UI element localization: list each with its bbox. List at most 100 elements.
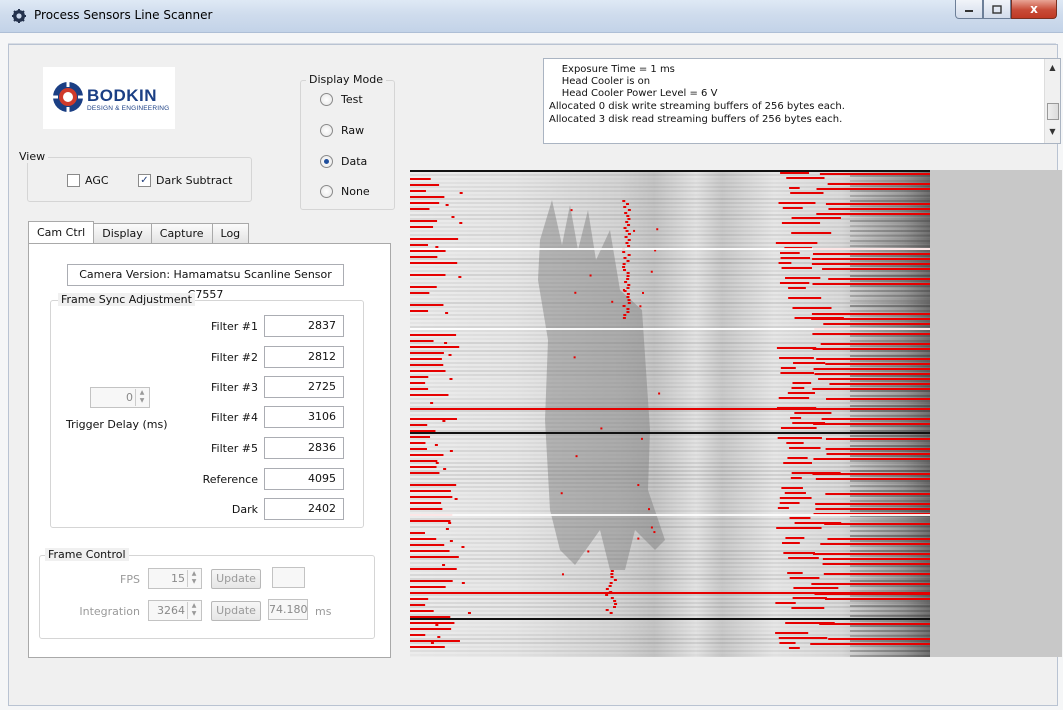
- close-button[interactable]: x: [1011, 0, 1057, 19]
- overlay-mark: [783, 462, 812, 464]
- trigger-delay-spinner[interactable]: 0 ▲ ▼: [90, 387, 150, 408]
- overlay-mark: [435, 624, 439, 626]
- tab-capture[interactable]: Capture: [150, 223, 213, 243]
- scan-line-dark: [850, 320, 930, 322]
- log-scrollbar[interactable]: ▲ ▼: [1044, 59, 1060, 143]
- agc-checkbox[interactable]: [67, 174, 80, 187]
- radio-raw[interactable]: Raw: [320, 124, 364, 137]
- radio-test[interactable]: Test: [320, 93, 363, 106]
- scan-line: [410, 238, 930, 240]
- scan-line-dark: [850, 445, 930, 447]
- maximize-button[interactable]: [983, 0, 1011, 19]
- overlay-mark: [623, 314, 627, 316]
- minimize-button[interactable]: [955, 0, 983, 19]
- scan-line-dark: [850, 415, 930, 417]
- filter-3-input[interactable]: 2725: [264, 376, 344, 398]
- scan-line-dark: [850, 585, 930, 587]
- spinner-arrows-icon[interactable]: ▲ ▼: [135, 389, 148, 406]
- scan-image-canvas[interactable]: [410, 170, 1062, 657]
- overlay-mark: [819, 173, 930, 175]
- line-scan-image[interactable]: [410, 170, 1062, 657]
- overlay-mark: [410, 646, 445, 648]
- filter-5-input[interactable]: 2836: [264, 437, 344, 459]
- scan-line-dark: [850, 655, 930, 657]
- spinner-arrows-icon[interactable]: ▲ ▼: [187, 602, 200, 619]
- overlay-mark: [786, 177, 825, 179]
- dark-subtract-checkbox-row[interactable]: ✓ Dark Subtract: [138, 174, 232, 187]
- overlay-mark: [560, 492, 563, 495]
- overlay-mark: [410, 448, 427, 450]
- scan-line-dark: [850, 220, 930, 222]
- overlay-mark: [445, 204, 449, 206]
- radio-test-button[interactable]: [320, 93, 333, 106]
- overlay-mark: [639, 305, 642, 308]
- overlay-mark: [816, 188, 930, 190]
- scroll-thumb[interactable]: [1047, 103, 1059, 120]
- view-title: View: [16, 150, 49, 163]
- radio-none-button[interactable]: [320, 185, 333, 198]
- scan-line: [410, 218, 930, 220]
- scan-divider-line: [410, 408, 930, 410]
- agc-checkbox-row[interactable]: AGC: [67, 174, 109, 187]
- overlay-mark: [823, 573, 930, 575]
- overlay-mark: [822, 563, 930, 565]
- scan-line-dark: [850, 535, 930, 537]
- fps-update-button[interactable]: Update: [211, 569, 261, 589]
- fps-spinner[interactable]: 15 ▲ ▼: [148, 568, 202, 589]
- tab-cam-ctrl[interactable]: Cam Ctrl: [28, 221, 95, 243]
- overlay-mark: [828, 638, 930, 640]
- scan-line-dark: [850, 465, 930, 467]
- radio-test-label: Test: [341, 93, 363, 106]
- integration-spinner[interactable]: 3264 ▲ ▼: [148, 600, 202, 621]
- overlay-mark: [410, 508, 443, 510]
- overlay-mark: [792, 382, 812, 384]
- dark-input[interactable]: 2402: [264, 498, 344, 520]
- status-log[interactable]: Exposure Time = 1 ms Head Cooler is on H…: [543, 58, 1061, 144]
- scroll-down-arrow-icon[interactable]: ▼: [1045, 125, 1060, 139]
- overlay-mark: [781, 267, 812, 269]
- overlay-mark: [781, 487, 803, 489]
- filter-1-input[interactable]: 2837: [264, 315, 344, 337]
- tab-log[interactable]: Log: [211, 223, 250, 243]
- overlay-mark: [785, 537, 805, 539]
- overlay-mark: [626, 215, 630, 217]
- overlay-mark: [812, 253, 930, 255]
- overlay-mark: [442, 420, 446, 422]
- bodkin-logo: BODKIN DESIGN & ENGINEERING: [43, 67, 175, 129]
- scroll-up-arrow-icon[interactable]: ▲: [1045, 61, 1060, 75]
- scan-line-dark: [850, 255, 930, 257]
- radio-data[interactable]: Data: [320, 155, 367, 168]
- filter-2-input[interactable]: 2812: [264, 346, 344, 368]
- overlay-mark: [827, 538, 930, 540]
- radio-raw-button[interactable]: [320, 124, 333, 137]
- tab-display[interactable]: Display: [93, 223, 152, 243]
- radio-data-button[interactable]: [320, 155, 333, 168]
- overlay-mark: [574, 291, 577, 294]
- radio-none[interactable]: None: [320, 185, 370, 198]
- overlay-mark: [789, 517, 811, 519]
- overlay-mark: [410, 532, 426, 534]
- dark-subtract-label: Dark Subtract: [156, 174, 233, 187]
- scan-line-dark: [850, 495, 930, 497]
- scan-line-dark: [850, 215, 930, 217]
- scan-line-dark: [850, 245, 930, 247]
- overlay-mark: [410, 436, 431, 438]
- overlay-mark: [410, 358, 442, 360]
- overlay-mark: [410, 304, 444, 306]
- overlay-mark: [410, 226, 434, 228]
- integration-update-button[interactable]: Update: [211, 601, 261, 621]
- reference-input[interactable]: 4095: [264, 468, 344, 490]
- overlay-mark: [622, 317, 626, 319]
- overlay-mark: [826, 453, 930, 455]
- scan-line-dark: [850, 260, 930, 262]
- overlay-mark: [778, 637, 828, 639]
- overlay-mark: [825, 203, 930, 205]
- overlay-mark: [622, 289, 625, 292]
- dark-subtract-checkbox[interactable]: ✓: [138, 174, 151, 187]
- overlay-mark: [813, 368, 930, 370]
- spinner-arrows-icon[interactable]: ▲ ▼: [187, 570, 200, 587]
- overlay-mark: [626, 203, 630, 205]
- overlay-mark: [451, 216, 455, 218]
- filter-4-input[interactable]: 3106: [264, 406, 344, 428]
- overlay-mark: [818, 378, 930, 380]
